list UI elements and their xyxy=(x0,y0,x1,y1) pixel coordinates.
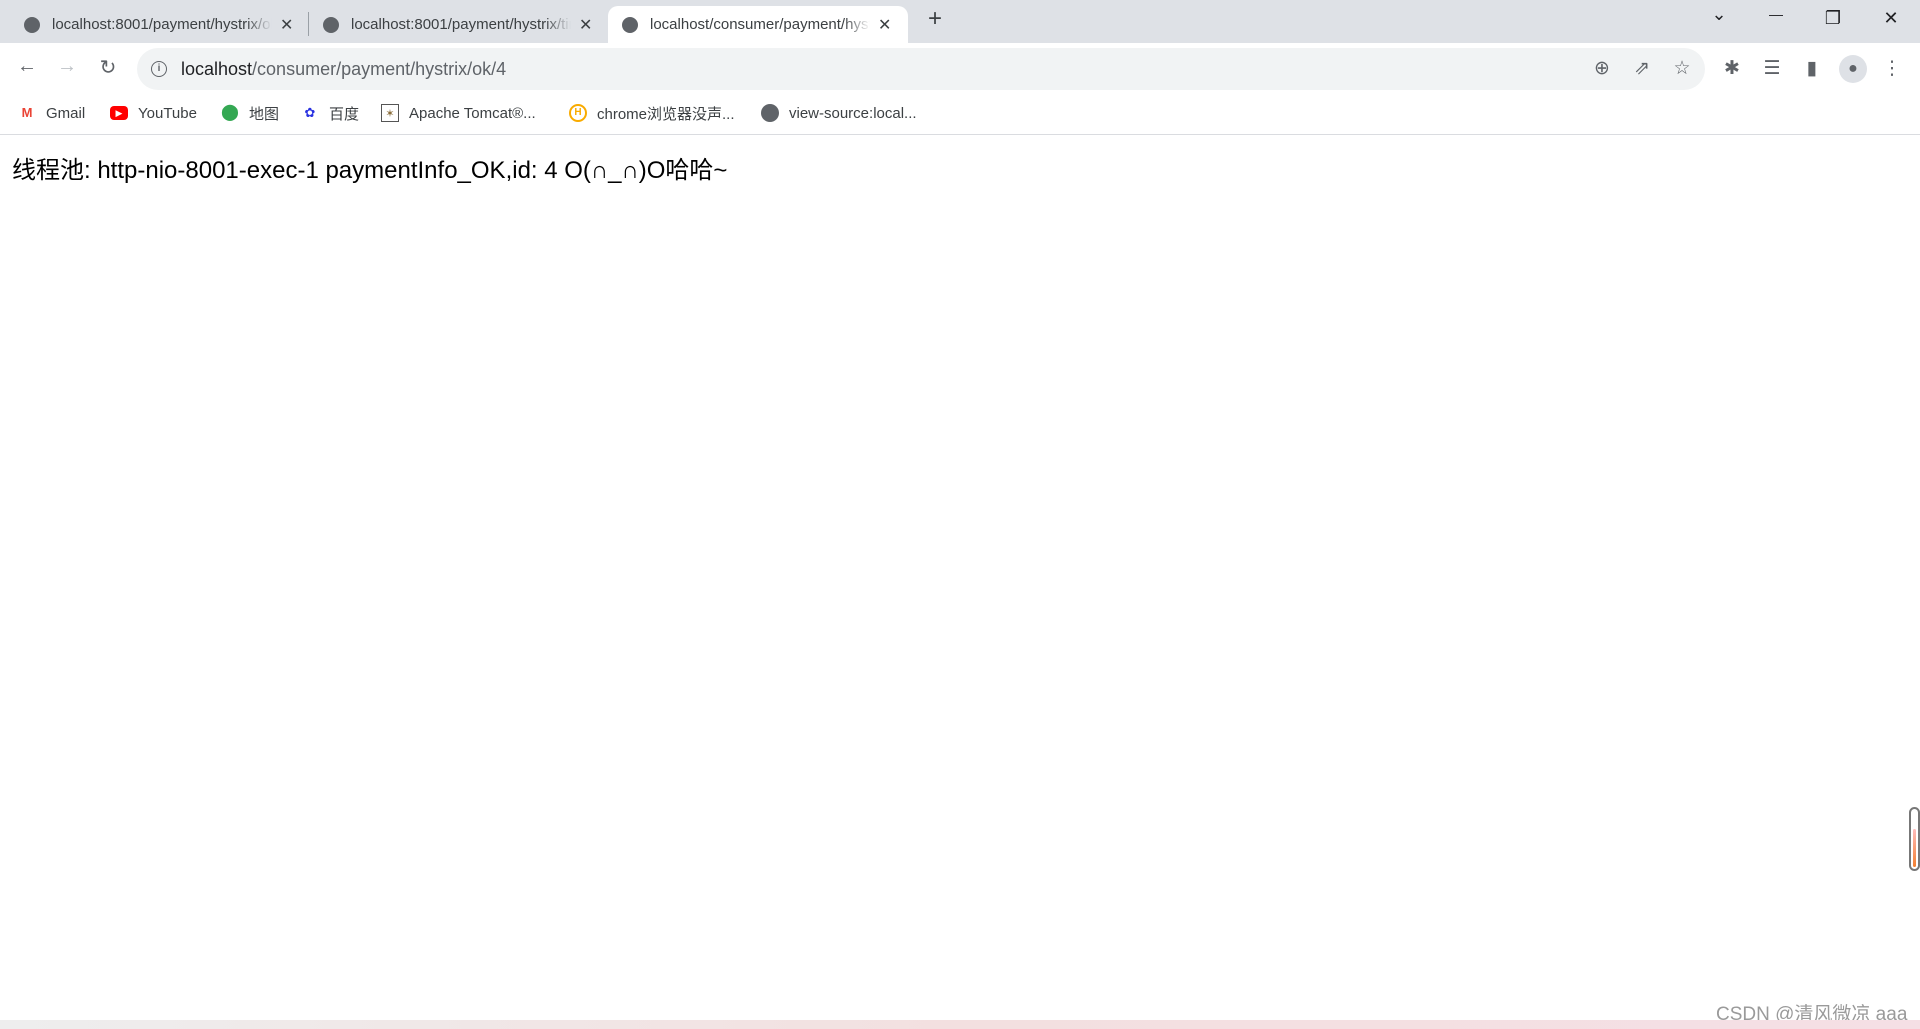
back-button[interactable]: ← xyxy=(13,55,41,78)
profile-avatar[interactable]: ● xyxy=(1839,55,1867,83)
taskbar-strip xyxy=(0,1020,1920,1029)
close-tab-icon[interactable]: ✕ xyxy=(280,15,293,35)
info-icon[interactable]: i xyxy=(151,61,167,77)
restore-button[interactable]: ❐ xyxy=(1818,8,1848,29)
chrome-sound-icon: H xyxy=(569,104,587,122)
globe-icon xyxy=(622,16,638,33)
globe-icon xyxy=(24,16,40,33)
side-panel-icon[interactable]: ▮ xyxy=(1799,57,1825,80)
extensions-icon[interactable]: ✱ xyxy=(1719,57,1745,80)
tab-3-active[interactable]: localhost/consumer/payment/hystrix/ok/4✕ xyxy=(608,6,908,43)
baidu-icon: ✿ xyxy=(304,105,316,120)
reload-button[interactable]: ↻ xyxy=(94,55,122,80)
zoom-icon[interactable]: ⊕ xyxy=(1589,57,1615,80)
globe-icon xyxy=(323,16,339,33)
menu-icon[interactable]: ⋮ xyxy=(1879,57,1905,80)
bookmark-chrome-sound[interactable]: Hchrome浏览器没声... xyxy=(569,103,735,123)
minimize-button[interactable]: — xyxy=(1761,6,1791,22)
page-response-text: 线程池: http-nio-8001-exec-1 paymentInfo_OK… xyxy=(12,157,728,184)
bookmarks-bar xyxy=(0,95,1920,135)
star-icon[interactable]: ☆ xyxy=(1669,57,1695,80)
bookmark-maps[interactable]: ⬤ 地图 xyxy=(221,103,279,123)
close-window-button[interactable]: ✕ xyxy=(1876,8,1906,29)
close-tab-icon[interactable]: ✕ xyxy=(878,15,891,35)
tab-2[interactable]: localhost:8001/payment/hystrix/timeout/4… xyxy=(309,6,604,43)
gmail-icon: M xyxy=(21,105,33,120)
maps-icon: ⬤ xyxy=(221,104,239,121)
reading-list-icon[interactable]: ☰ xyxy=(1759,57,1785,80)
bookmark-tomcat[interactable]: ✶ Apache Tomcat®... xyxy=(381,103,536,123)
tab-1[interactable]: localhost:8001/payment/hystrix/ok/4 ✕ xyxy=(10,6,305,43)
globe-icon xyxy=(761,104,779,122)
youtube-icon: ▶ xyxy=(110,106,128,120)
bookmark-view-source[interactable]: view-source:local... xyxy=(761,103,917,123)
url-text: localhost/consumer/payment/hystrix/ok/4 xyxy=(181,58,507,79)
bookmark-gmail[interactable]: M Gmail xyxy=(18,103,86,123)
address-bar[interactable]: i localhost/consumer/payment/hystrix/ok/… xyxy=(137,48,1705,90)
scroll-indicator[interactable] xyxy=(1909,807,1920,871)
bookmark-baidu[interactable]: ✿ 百度 xyxy=(301,103,359,123)
share-icon[interactable]: ⇗ xyxy=(1629,57,1655,80)
tab-search-button[interactable]: ⌄ xyxy=(1704,4,1734,25)
tomcat-icon: ✶ xyxy=(381,104,399,122)
bookmark-youtube[interactable]: ▶ YouTube xyxy=(110,103,197,123)
new-tab-button[interactable]: + xyxy=(920,5,950,33)
forward-button[interactable]: → xyxy=(53,55,81,78)
close-tab-icon[interactable]: ✕ xyxy=(579,15,592,35)
